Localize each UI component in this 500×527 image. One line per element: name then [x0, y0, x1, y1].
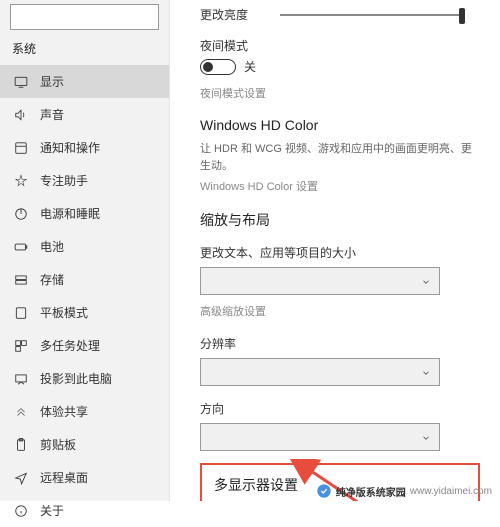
sidebar-item-label: 显示 [40, 73, 64, 90]
brightness-slider[interactable] [280, 14, 465, 16]
advanced-scale-link[interactable]: 高级缩放设置 [200, 303, 480, 319]
sidebar-item-storage[interactable]: 存储 [0, 263, 169, 296]
sidebar-item-multitask[interactable]: 多任务处理 [0, 329, 169, 362]
sidebar-item-sound[interactable]: 声音 [0, 98, 169, 131]
hd-color-link[interactable]: Windows HD Color 设置 [200, 178, 480, 194]
watermark-logo-icon [316, 483, 332, 499]
storage-icon [12, 273, 30, 287]
resolution-label: 分辨率 [200, 335, 480, 352]
remote-icon [12, 471, 30, 485]
search-input[interactable] [10, 4, 159, 30]
sidebar-item-label: 存储 [40, 271, 64, 288]
sidebar-item-label: 投影到此电脑 [40, 370, 112, 387]
battery-icon [12, 240, 30, 254]
night-mode-label: 夜间模式 [200, 37, 480, 54]
sidebar-item-label: 通知和操作 [40, 139, 100, 156]
sidebar-item-label: 平板模式 [40, 304, 88, 321]
sidebar-item-label: 远程桌面 [40, 469, 88, 486]
sidebar-item-label: 多任务处理 [40, 337, 100, 354]
sidebar-item-remote[interactable]: 远程桌面 [0, 461, 169, 494]
tablet-icon [12, 306, 30, 320]
sound-icon [12, 108, 30, 122]
sidebar: 系统 显示 声音 通知和操作 专注助手 电源和睡眠 电池 存储 [0, 0, 170, 501]
sidebar-item-focus[interactable]: 专注助手 [0, 164, 169, 197]
clipboard-icon [12, 438, 30, 452]
sidebar-item-project[interactable]: 投影到此电脑 [0, 362, 169, 395]
night-mode-settings-link[interactable]: 夜间模式设置 [200, 85, 480, 101]
chevron-down-icon [421, 432, 431, 442]
sidebar-item-label: 体验共享 [40, 403, 88, 420]
watermark-url: www.yidaimei.com [410, 486, 492, 497]
sidebar-item-label: 专注助手 [40, 172, 88, 189]
power-icon [12, 207, 30, 221]
sidebar-item-share[interactable]: 体验共享 [0, 395, 169, 428]
sidebar-item-display[interactable]: 显示 [0, 65, 169, 98]
notify-icon [12, 141, 30, 155]
sidebar-item-label: 关于 [40, 502, 64, 519]
sidebar-item-power[interactable]: 电源和睡眠 [0, 197, 169, 230]
project-icon [12, 372, 30, 386]
sidebar-item-battery[interactable]: 电池 [0, 230, 169, 263]
about-icon [12, 504, 30, 518]
hd-color-description: 让 HDR 和 WCG 视频、游戏和应用中的画面更明亮、更生动。 [200, 141, 480, 174]
sidebar-section-title: 系统 [0, 36, 169, 65]
scale-select[interactable] [200, 267, 440, 295]
search-field[interactable] [17, 11, 159, 23]
watermark: 纯净版系统家园 www.yidaimei.com [316, 483, 492, 499]
chevron-down-icon [421, 367, 431, 377]
brightness-label: 更改亮度 [200, 6, 248, 23]
sidebar-item-notifications[interactable]: 通知和操作 [0, 131, 169, 164]
scale-label: 更改文本、应用等项目的大小 [200, 244, 480, 261]
scale-layout-title: 缩放与布局 [200, 210, 480, 230]
display-icon [12, 75, 30, 89]
main-content: 更改亮度 夜间模式 关 夜间模式设置 Windows HD Color 让 HD… [170, 0, 500, 501]
sidebar-item-clipboard[interactable]: 剪贴板 [0, 428, 169, 461]
sidebar-item-tablet[interactable]: 平板模式 [0, 296, 169, 329]
orientation-label: 方向 [200, 400, 480, 417]
brightness-slider-thumb[interactable] [459, 8, 465, 24]
sidebar-item-about[interactable]: 关于 [0, 494, 169, 527]
sidebar-item-label: 电池 [40, 238, 64, 255]
watermark-brand: 纯净版系统家园 [336, 484, 406, 499]
night-mode-status: 关 [244, 58, 256, 75]
orientation-select[interactable] [200, 423, 440, 451]
focus-icon [12, 174, 30, 188]
chevron-down-icon [421, 276, 431, 286]
hd-color-title: Windows HD Color [200, 117, 480, 133]
multitask-icon [12, 339, 30, 353]
share-icon [12, 405, 30, 419]
night-mode-toggle[interactable]: 关 [200, 58, 480, 75]
sidebar-item-label: 电源和睡眠 [40, 205, 100, 222]
sidebar-item-label: 声音 [40, 106, 64, 123]
resolution-select[interactable] [200, 358, 440, 386]
sidebar-item-label: 剪贴板 [40, 436, 76, 453]
